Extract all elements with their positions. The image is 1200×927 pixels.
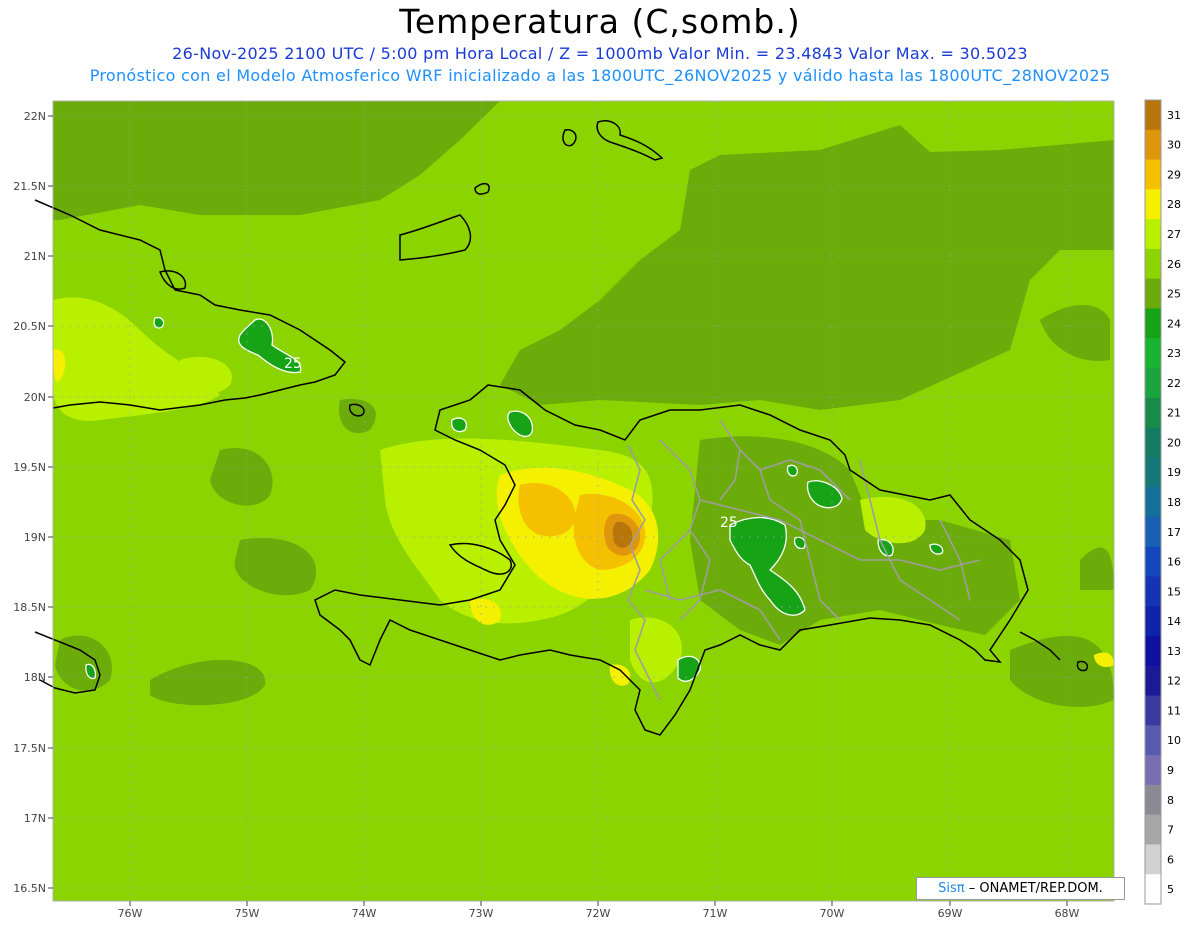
colorbar-label: 10 <box>1167 734 1181 747</box>
colorbar-swatch <box>1145 338 1161 369</box>
colorbar: 31 30 29 28 27 26 25 24 23 22 21 20 19 18 17 16 15 14 13 12… <box>1144 99 1181 905</box>
lon-label: 71W <box>703 907 728 920</box>
colorbar-label: 29 <box>1167 168 1181 181</box>
colorbar-swatch <box>1145 129 1161 161</box>
colorbar-label: 28 <box>1167 198 1181 211</box>
colorbar-label: 24 <box>1167 317 1181 330</box>
contour-label: 25 <box>284 356 302 372</box>
contour-label: 25 <box>720 515 738 531</box>
colorbar-label: 27 <box>1167 228 1181 241</box>
lat-label: 17.5N <box>13 742 46 755</box>
colorbar-label: 21 <box>1167 407 1181 420</box>
latitude-ticks <box>48 115 53 889</box>
colorbar-swatch <box>1145 784 1161 816</box>
colorbar-swatch <box>1145 636 1161 667</box>
colorbar-swatch <box>1145 457 1161 488</box>
colorbar-swatch <box>1145 248 1161 280</box>
colorbar-label: 12 <box>1167 675 1181 688</box>
lat-label: 21.5N <box>13 180 46 193</box>
colorbar-swatch <box>1145 427 1161 458</box>
lat-label: 20N <box>24 391 46 404</box>
lat-label: 19.5N <box>13 461 46 474</box>
lat-label: 22N <box>24 110 46 123</box>
colorbar-swatch <box>1145 814 1161 845</box>
colorbar-label: 8 <box>1167 794 1174 807</box>
colorbar-swatch <box>1145 755 1161 786</box>
colorbar-swatch <box>1145 665 1161 697</box>
credit-text: – ONAMET/REP.DOM. <box>968 881 1103 896</box>
lat-label: 19N <box>24 531 46 544</box>
colorbar-label: 9 <box>1167 764 1174 777</box>
credit-box: Sisπ – ONAMET/REP.DOM. <box>916 877 1125 900</box>
colorbar-label: 14 <box>1167 615 1181 628</box>
colorbar-label: 18 <box>1167 496 1181 509</box>
colorbar-swatch <box>1145 189 1161 220</box>
colorbar-label: 16 <box>1167 556 1181 569</box>
lon-label: 74W <box>352 907 377 920</box>
colorbar-swatch <box>1145 874 1161 905</box>
colorbar-swatch <box>1145 100 1161 131</box>
colorbar-label: 23 <box>1167 347 1181 360</box>
colorbar-label: 20 <box>1167 436 1181 449</box>
colorbar-swatch <box>1145 308 1161 339</box>
colorbar-swatch <box>1145 397 1161 429</box>
colorbar-label: 6 <box>1167 853 1174 866</box>
colorbar-swatch <box>1145 695 1161 726</box>
colorbar-swatch <box>1145 516 1161 548</box>
lon-label: 69W <box>938 907 963 920</box>
colorbar-swatch <box>1145 546 1161 577</box>
colorbar-label: 26 <box>1167 258 1181 271</box>
colorbar-swatch <box>1145 487 1161 518</box>
lat-label: 21N <box>24 250 46 263</box>
latitude-axis: 22N 21.5N 21N 20.5N 20N 19.5N 19N 18.5N … <box>13 110 46 895</box>
lon-label: 70W <box>820 907 845 920</box>
colorbar-label: 15 <box>1167 585 1181 598</box>
colorbar-label: 22 <box>1167 377 1181 390</box>
temperature-map: 25 25 22N 21.5N 21N 20.5N 20N 19.5N 19N … <box>13 99 1181 920</box>
lat-label: 17N <box>24 812 46 825</box>
colorbar-label: 13 <box>1167 645 1181 658</box>
colorbar-swatch <box>1145 576 1161 607</box>
colorbar-label: 17 <box>1167 526 1181 539</box>
colorbar-label: 31 <box>1167 109 1181 122</box>
colorbar-label: 11 <box>1167 704 1181 717</box>
lon-label: 73W <box>469 907 494 920</box>
colorbar-label: 30 <box>1167 139 1181 152</box>
plot-area <box>34 100 1115 902</box>
lon-label: 76W <box>118 907 143 920</box>
colorbar-swatch <box>1145 368 1161 399</box>
lat-label: 18N <box>24 671 46 684</box>
lon-label: 72W <box>586 907 611 920</box>
longitude-ticks <box>129 901 1068 906</box>
colorbar-swatch <box>1145 159 1161 190</box>
colorbar-label: 19 <box>1167 466 1181 479</box>
colorbar-swatch <box>1145 725 1161 756</box>
sispi-logo: Sisπ <box>938 881 965 896</box>
colorbar-label: 7 <box>1167 824 1174 837</box>
lon-label: 75W <box>235 907 260 920</box>
longitude-axis: 76W 75W 74W 73W 72W 71W 70W 69W 68W <box>118 907 1080 920</box>
lon-label: 68W <box>1055 907 1080 920</box>
lat-label: 20.5N <box>13 320 46 333</box>
colorbar-swatch <box>1145 278 1161 309</box>
colorbar-label: 5 <box>1167 883 1174 896</box>
lat-label: 18.5N <box>13 601 46 614</box>
colorbar-swatch <box>1145 219 1161 250</box>
colorbar-label: 25 <box>1167 288 1181 301</box>
colorbar-swatch <box>1145 606 1161 637</box>
lat-label: 16.5N <box>13 882 46 895</box>
colorbar-swatch <box>1145 844 1161 875</box>
